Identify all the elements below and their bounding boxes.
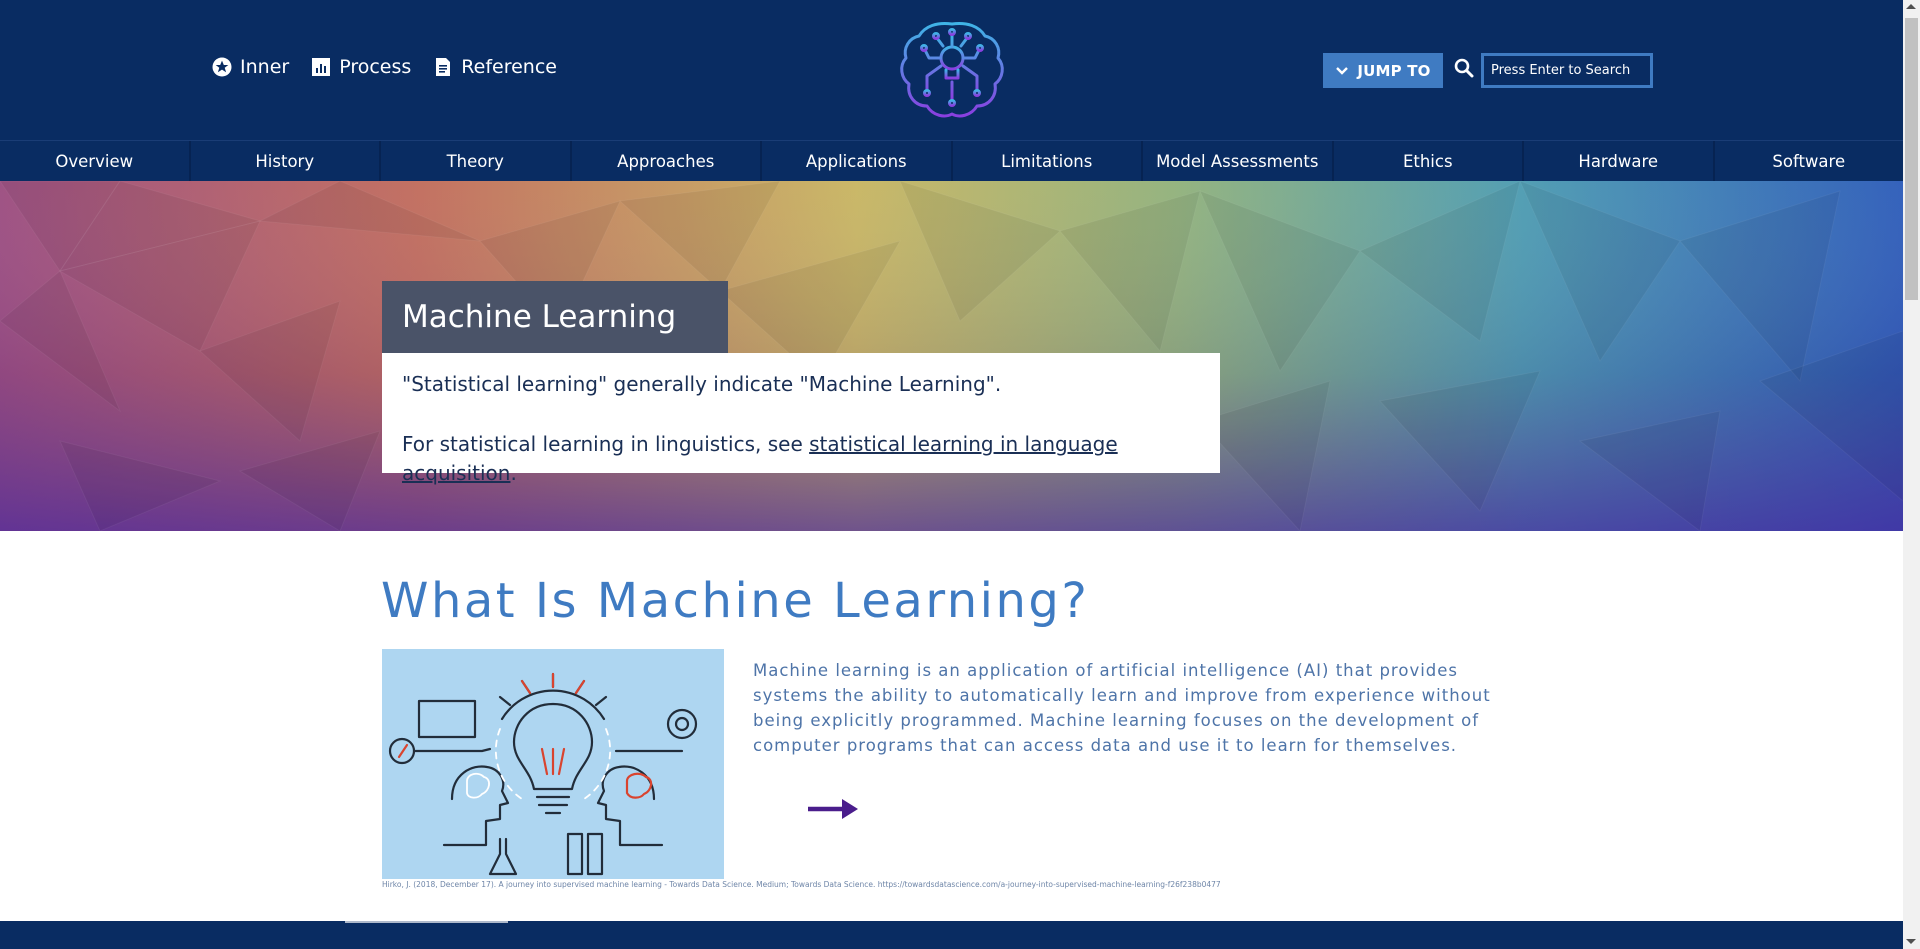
jump-to-label: JUMP TO — [1357, 61, 1431, 80]
hero-note: "Statistical learning" generally indicat… — [382, 353, 1220, 485]
page-title: Machine Learning — [402, 299, 677, 335]
document-icon — [436, 58, 451, 76]
intro-description: Machine learning is an application of ar… — [753, 661, 1491, 755]
utility-link-label: Process — [339, 56, 412, 78]
utility-link-reference[interactable]: Reference — [433, 56, 557, 78]
hero-note-prefix: For statistical learning in linguistics,… — [402, 432, 810, 456]
utility-link-process[interactable]: Process — [311, 56, 411, 78]
hero-title-box: Machine Learning — [382, 281, 728, 353]
nav-item-limitations[interactable]: Limitations — [953, 141, 1143, 182]
scrollbar-thumb[interactable] — [1905, 18, 1918, 300]
scroll-down-arrow-icon[interactable] — [1906, 939, 1916, 944]
star-circle-icon — [212, 57, 232, 77]
hero-note-suffix: . — [510, 461, 517, 485]
section-title: What Is Machine Learning? — [381, 573, 1090, 629]
utility-nav: Inner Process Reference — [212, 56, 557, 78]
main-nav: Overview History Theory Approaches Appli… — [0, 140, 1903, 182]
utility-link-label: Inner — [240, 56, 290, 78]
chevron-down-icon — [1336, 66, 1349, 75]
arrow-right-icon[interactable] — [806, 795, 862, 823]
hero-note-line: For statistical learning in linguistics,… — [402, 430, 1200, 488]
nav-item-applications[interactable]: Applications — [762, 141, 953, 182]
nav-item-model-assessments[interactable]: Model Assessments — [1143, 141, 1334, 182]
footer-divider — [345, 921, 508, 923]
nav-item-theory[interactable]: Theory — [381, 141, 572, 182]
search-input[interactable] — [1481, 53, 1653, 88]
nav-item-overview[interactable]: Overview — [0, 141, 191, 182]
jump-to-button[interactable]: JUMP TO — [1323, 53, 1443, 88]
hero-note-line: "Statistical learning" generally indicat… — [402, 372, 1002, 396]
nav-item-ethics[interactable]: Ethics — [1334, 141, 1524, 182]
scroll-up-arrow-icon[interactable] — [1906, 4, 1916, 9]
nav-item-hardware[interactable]: Hardware — [1524, 141, 1715, 182]
site-header: Inner Process Reference JUMP TO Press En… — [0, 0, 1903, 140]
bar-chart-icon — [312, 58, 331, 76]
brain-circuit-logo[interactable] — [897, 18, 1007, 122]
utility-link-inner[interactable]: Inner — [212, 56, 289, 78]
site-footer — [0, 921, 1903, 949]
nav-item-history[interactable]: History — [191, 141, 381, 182]
search-icon[interactable] — [1454, 58, 1474, 78]
nav-item-software[interactable]: Software — [1715, 141, 1904, 182]
machine-learning-illustration — [382, 649, 724, 879]
image-citation: Hirko, J. (2018, December 17). A journey… — [382, 880, 1221, 889]
nav-item-approaches[interactable]: Approaches — [572, 141, 762, 182]
utility-link-label: Reference — [461, 56, 557, 78]
